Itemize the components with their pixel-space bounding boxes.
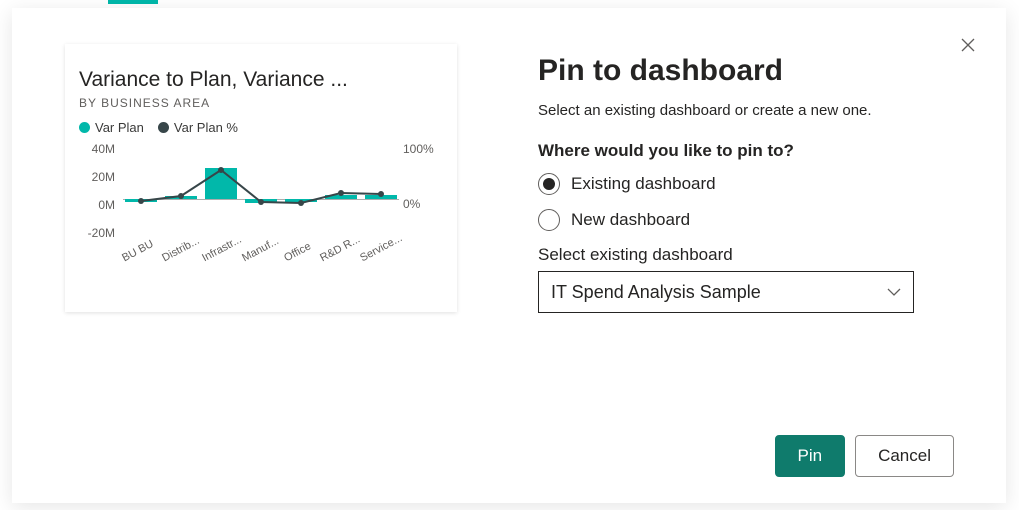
select-dashboard-label: Select existing dashboard	[538, 245, 956, 265]
line-series	[123, 143, 399, 227]
pin-where-question: Where would you like to pin to?	[538, 141, 956, 161]
select-dashboard-dropdown[interactable]: IT Spend Analysis Sample	[538, 271, 914, 313]
x-tick: BU BU	[120, 238, 155, 264]
select-value: IT Spend Analysis Sample	[551, 282, 761, 303]
chart-preview-pane: Variance to Plan, Variance ... BY BUSINE…	[12, 8, 510, 503]
y-left-tick: 20M	[79, 171, 115, 199]
chart-plot-area: 40M 20M 0M -20M 100% 0%	[79, 143, 443, 293]
pin-dialog: Variance to Plan, Variance ... BY BUSINE…	[12, 8, 1006, 503]
y-right-tick: 0%	[403, 198, 443, 253]
legend-label-1: Var Plan	[95, 120, 144, 135]
pin-button[interactable]: Pin	[775, 435, 846, 477]
y-left-tick: 0M	[79, 199, 115, 227]
legend-item-varplan: Var Plan	[79, 120, 144, 135]
radio-existing-dashboard[interactable]: Existing dashboard	[538, 173, 956, 195]
radio-icon	[538, 209, 560, 231]
x-tick: Office	[282, 240, 313, 264]
radio-icon	[538, 173, 560, 195]
radio-new-dashboard[interactable]: New dashboard	[538, 209, 956, 231]
radio-label: New dashboard	[571, 210, 690, 230]
chart-title: Variance to Plan, Variance ...	[79, 68, 443, 92]
x-tick: Manuf...	[240, 235, 281, 264]
legend-dot-dark	[158, 122, 169, 133]
legend-item-varplanpct: Var Plan %	[158, 120, 238, 135]
radio-label: Existing dashboard	[571, 174, 716, 194]
chevron-down-icon	[887, 285, 901, 299]
cancel-button[interactable]: Cancel	[855, 435, 954, 477]
y-axis-right: 100% 0%	[403, 143, 443, 253]
legend-label-2: Var Plan %	[174, 120, 238, 135]
chart-subtitle: BY BUSINESS AREA	[79, 96, 443, 110]
legend-dot-teal	[79, 122, 90, 133]
y-left-tick: 40M	[79, 143, 115, 171]
form-pane: Pin to dashboard Select an existing dash…	[510, 8, 1006, 503]
y-left-tick: -20M	[79, 227, 115, 255]
dialog-title: Pin to dashboard	[538, 54, 956, 88]
x-axis: BU BU Distrib... Infrastr... Manuf... Of…	[123, 231, 399, 291]
close-icon	[961, 38, 975, 52]
tab-indicator	[108, 0, 158, 4]
dialog-subtitle: Select an existing dashboard or create a…	[538, 102, 956, 119]
close-button[interactable]	[958, 36, 978, 56]
x-tick: Infrastr...	[200, 234, 243, 265]
dialog-buttons: Pin Cancel	[775, 435, 955, 477]
chart-legend: Var Plan Var Plan %	[79, 120, 443, 135]
y-axis-left: 40M 20M 0M -20M	[79, 143, 119, 227]
x-tick: R&D R...	[318, 233, 362, 264]
chart-plot	[123, 143, 399, 227]
x-tick: Service...	[358, 232, 404, 264]
x-tick: Distrib...	[160, 235, 201, 265]
chart-tile: Variance to Plan, Variance ... BY BUSINE…	[65, 44, 457, 312]
y-right-tick: 100%	[403, 143, 443, 198]
